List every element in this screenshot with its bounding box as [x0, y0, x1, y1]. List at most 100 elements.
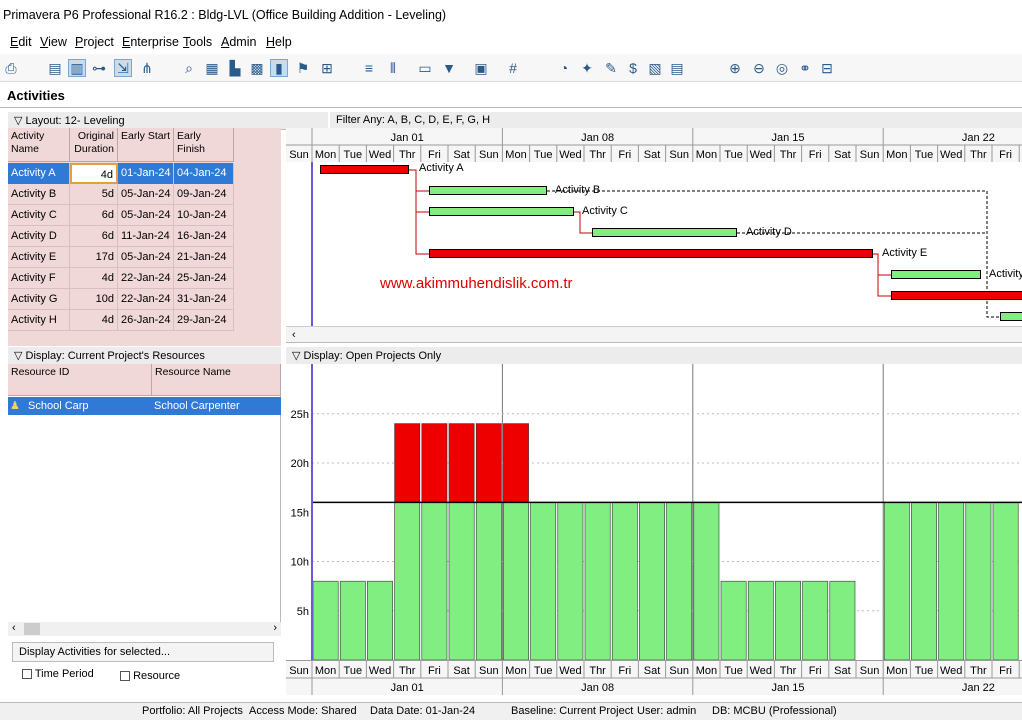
- early-finish-cell[interactable]: 21-Jan-24: [174, 247, 234, 268]
- bar-activity-a[interactable]: [320, 165, 409, 174]
- menu-admin[interactable]: Admin: [221, 35, 256, 49]
- display-activities-button[interactable]: Display Activities for selected...: [12, 642, 274, 662]
- bar-activity-g[interactable]: [891, 291, 1022, 300]
- duration-cell[interactable]: 5d: [70, 184, 118, 205]
- level-icon[interactable]: ✦: [578, 59, 596, 77]
- bar-activity-f[interactable]: [891, 270, 981, 279]
- duration-cell[interactable]: 4d: [70, 310, 118, 331]
- early-finish-cell[interactable]: 09-Jan-24: [174, 184, 234, 205]
- activity-name-cell[interactable]: Activity D: [8, 226, 70, 247]
- early-start-cell[interactable]: 05-Jan-24: [118, 184, 174, 205]
- menu-edit[interactable]: Edit: [10, 35, 32, 49]
- bar-activity-e[interactable]: [429, 249, 873, 258]
- early-finish-cell[interactable]: 16-Jan-24: [174, 226, 234, 247]
- duration-cell[interactable]: 17d: [70, 247, 118, 268]
- timescale-icon[interactable]: ▭: [416, 59, 434, 77]
- chevron-down-icon[interactable]: ▽: [14, 115, 26, 127]
- profile-icon[interactable]: ▦: [203, 59, 221, 77]
- early-start-cell[interactable]: 22-Jan-24: [118, 268, 174, 289]
- header-early-start[interactable]: Early Start: [118, 128, 174, 162]
- early-start-cell[interactable]: 22-Jan-24: [118, 289, 174, 310]
- filter-funnel-icon[interactable]: ▼: [440, 59, 458, 77]
- progress-icon[interactable]: ▤: [668, 59, 686, 77]
- table-row[interactable]: Activity C 6d 05-Jan-24 10-Jan-24: [8, 205, 234, 226]
- table-view-icon[interactable]: ▤: [46, 59, 64, 77]
- table-row[interactable]: Activity F 4d 22-Jan-24 25-Jan-24: [8, 268, 234, 289]
- bar-activity-b[interactable]: [429, 186, 547, 195]
- chevron-down-icon[interactable]: ▽: [14, 350, 26, 362]
- time-period-checkbox[interactable]: Time Period: [22, 668, 94, 680]
- histogram-display-bar[interactable]: ▽ Display: Open Projects Only: [286, 347, 1022, 365]
- usage-icon[interactable]: ▩: [248, 59, 266, 77]
- table-row[interactable]: Activity E 17d 05-Jan-24 21-Jan-24: [8, 247, 234, 268]
- gantt-scrollbar[interactable]: ‹: [286, 326, 1022, 343]
- resource-profile-icon[interactable]: ▮: [270, 59, 288, 77]
- columns-icon[interactable]: ⫴: [384, 59, 402, 77]
- table-row[interactable]: Activity G 10d 22-Jan-24 31-Jan-24: [8, 289, 234, 310]
- zoom-out-icon[interactable]: ⊖: [750, 59, 768, 77]
- link-icon[interactable]: ⚭: [796, 59, 814, 77]
- scroll-thumb[interactable]: [24, 623, 40, 635]
- bar-activity-h[interactable]: [1000, 312, 1022, 321]
- tree-icon[interactable]: ⋔: [138, 59, 156, 77]
- dollar-icon[interactable]: $: [624, 59, 642, 77]
- header-early-finish[interactable]: Early Finish: [174, 128, 234, 162]
- scroll-right-icon[interactable]: ›: [273, 622, 277, 634]
- menu-project[interactable]: Project: [75, 35, 114, 49]
- early-start-cell[interactable]: 05-Jan-24: [118, 247, 174, 268]
- early-finish-cell[interactable]: 25-Jan-24: [174, 268, 234, 289]
- header-activity-name[interactable]: Activity Name: [8, 128, 70, 162]
- bottom-layout-icon[interactable]: ⇲: [114, 59, 132, 77]
- resource-scrollbar[interactable]: ‹ ›: [8, 622, 281, 636]
- table-row[interactable]: Activity B 5d 05-Jan-24 09-Jan-24: [8, 184, 234, 205]
- early-finish-cell[interactable]: 10-Jan-24: [174, 205, 234, 226]
- table-row[interactable]: Activity H 4d 26-Jan-24 29-Jan-24: [8, 310, 234, 331]
- zoom-fit-icon[interactable]: ◎: [773, 59, 791, 77]
- store-period-icon[interactable]: ✎: [602, 59, 620, 77]
- early-finish-cell[interactable]: 29-Jan-24: [174, 310, 234, 331]
- activity-name-cell[interactable]: Activity F: [8, 268, 70, 289]
- activity-name-cell[interactable]: Activity G: [8, 289, 70, 310]
- duration-cell[interactable]: 10d: [70, 289, 118, 310]
- histogram-icon[interactable]: ▙: [226, 59, 244, 77]
- menu-tools[interactable]: Tools: [183, 35, 212, 49]
- early-start-cell[interactable]: 05-Jan-24: [118, 205, 174, 226]
- collapse-icon[interactable]: ⊟: [818, 59, 836, 77]
- activity-name-cell[interactable]: Activity A: [8, 163, 70, 184]
- early-start-cell[interactable]: 01-Jan-24: [118, 163, 174, 184]
- menu-help[interactable]: Help: [266, 35, 292, 49]
- activity-name-cell[interactable]: Activity E: [8, 247, 70, 268]
- resource-row[interactable]: ♟ School Carp School Carpenter: [8, 397, 281, 415]
- chevron-down-icon[interactable]: ▽: [292, 350, 304, 362]
- table-row[interactable]: Activity D 6d 11-Jan-24 16-Jan-24: [8, 226, 234, 247]
- early-finish-cell[interactable]: 04-Jan-24: [174, 163, 234, 184]
- zoom-in-icon[interactable]: ⊕: [726, 59, 744, 77]
- resource-display-bar[interactable]: ▽ Display: Current Project's Resources: [8, 347, 281, 365]
- scroll-left-icon[interactable]: ‹: [12, 622, 16, 634]
- activity-name-cell[interactable]: Activity C: [8, 205, 70, 226]
- number-icon[interactable]: #: [504, 59, 522, 77]
- early-start-cell[interactable]: 26-Jan-24: [118, 310, 174, 331]
- duration-cell[interactable]: 4d: [70, 163, 118, 184]
- assign-icon[interactable]: ⚑: [294, 59, 312, 77]
- filter-icon[interactable]: ⊞: [318, 59, 336, 77]
- header-resource-name[interactable]: Resource Name: [152, 364, 281, 396]
- duration-cell[interactable]: 4d: [70, 268, 118, 289]
- table-row[interactable]: Activity A 4d 01-Jan-24 04-Jan-24: [8, 163, 234, 184]
- scroll-left-icon[interactable]: ‹: [292, 329, 296, 341]
- details-icon[interactable]: ⌕: [180, 59, 198, 77]
- header-duration[interactable]: Original Duration: [70, 128, 118, 162]
- early-finish-cell[interactable]: 31-Jan-24: [174, 289, 234, 310]
- duration-cell[interactable]: 6d: [70, 226, 118, 247]
- gantt-view-icon[interactable]: ▥: [68, 59, 86, 77]
- bars-icon[interactable]: ≡: [360, 59, 378, 77]
- group-icon[interactable]: ▣: [472, 59, 490, 77]
- bar-activity-d[interactable]: [592, 228, 737, 237]
- schedule-icon[interactable]: ◔: [555, 59, 573, 77]
- bar-activity-c[interactable]: [429, 207, 574, 216]
- print-icon[interactable]: ⎙: [2, 59, 20, 77]
- activity-name-cell[interactable]: Activity B: [8, 184, 70, 205]
- activity-name-cell[interactable]: Activity H: [8, 310, 70, 331]
- menu-view[interactable]: View: [40, 35, 67, 49]
- network-view-icon[interactable]: ⊶: [90, 59, 108, 77]
